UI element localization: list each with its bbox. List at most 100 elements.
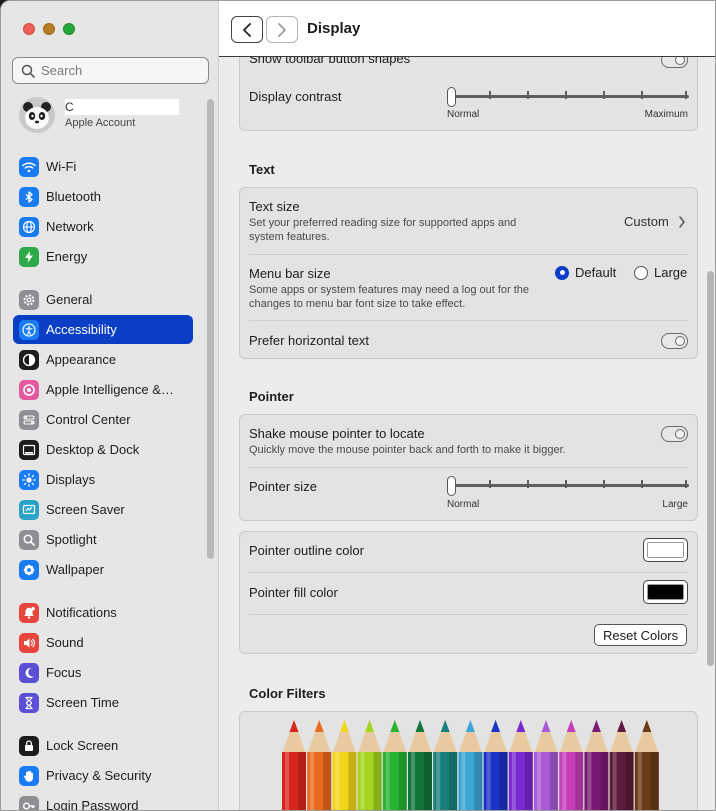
sidebar-item-spotlight[interactable]: Spotlight bbox=[13, 525, 193, 554]
sidebar-item-label: Appearance bbox=[46, 352, 117, 367]
sidebar-item-appearance[interactable]: Appearance bbox=[13, 345, 193, 374]
dock-icon bbox=[19, 439, 39, 460]
sidebar-item-label: Network bbox=[46, 219, 94, 234]
sidebar-item-label: Sound bbox=[46, 635, 84, 650]
sidebar-item-lock-screen[interactable]: Lock Screen bbox=[13, 731, 193, 760]
pointer-card: Shake mouse pointer to locate Quickly mo… bbox=[239, 414, 698, 521]
bolt-icon bbox=[19, 246, 39, 267]
color-pencil bbox=[307, 720, 332, 810]
apple-account[interactable]: C Apple Account bbox=[17, 97, 197, 137]
reset-colors-button[interactable]: Reset Colors bbox=[594, 624, 688, 646]
shake-pointer-label: Shake mouse pointer to locate bbox=[249, 426, 425, 441]
menu-bar-default-radio[interactable]: Default bbox=[555, 265, 616, 280]
sidebar-item-control-center[interactable]: Control Center bbox=[13, 405, 193, 434]
menu-bar-size-label: Menu bar size bbox=[249, 266, 331, 281]
sidebar-item-notifications[interactable]: Notifications bbox=[13, 598, 193, 627]
color-pencil bbox=[382, 720, 407, 810]
sidebar-item-wallpaper[interactable]: Wallpaper bbox=[13, 555, 193, 584]
pointer-size-min-label: Normal bbox=[447, 499, 480, 510]
main-scrollbar[interactable] bbox=[707, 271, 714, 666]
color-filters-title: Color Filters bbox=[249, 686, 326, 701]
menu-bar-large-radio[interactable]: Large bbox=[634, 265, 687, 280]
gear-icon bbox=[19, 289, 39, 310]
chevron-right-icon bbox=[679, 215, 685, 228]
sidebar-item-label: Apple Intelligence &… bbox=[46, 382, 174, 397]
pointer-size-label: Pointer size bbox=[249, 479, 317, 494]
color-filters-preview bbox=[239, 711, 698, 810]
text-size-description: Set your preferred reading size for supp… bbox=[249, 217, 517, 243]
color-pencil bbox=[634, 720, 659, 810]
avatar bbox=[19, 97, 55, 133]
search-icon bbox=[21, 64, 35, 78]
pointer-outline-swatch[interactable] bbox=[643, 538, 688, 562]
sidebar-item-label: Screen Saver bbox=[46, 502, 125, 517]
sidebar-item-login-password[interactable]: Login Password bbox=[13, 791, 193, 811]
pointer-size-slider[interactable] bbox=[447, 476, 689, 498]
sidebar-item-apple-intelligence[interactable]: Apple Intelligence &… bbox=[13, 375, 193, 404]
color-pencil bbox=[534, 720, 558, 810]
sidebar-item-label: Login Password bbox=[46, 798, 139, 811]
prefer-horizontal-toggle[interactable] bbox=[661, 333, 688, 349]
color-pencil bbox=[282, 720, 306, 810]
sidebar-item-label: Lock Screen bbox=[46, 738, 119, 753]
sidebar-item-displays[interactable]: Displays bbox=[13, 465, 193, 494]
shake-pointer-toggle[interactable] bbox=[661, 426, 688, 442]
minimize-window-button[interactable] bbox=[43, 23, 55, 35]
speaker-icon bbox=[19, 632, 39, 653]
flower-icon bbox=[19, 559, 39, 580]
account-name: C bbox=[65, 100, 74, 114]
display-contrast-slider[interactable] bbox=[447, 87, 689, 109]
sidebar-item-label: Screen Time bbox=[46, 695, 119, 710]
sidebar-item-label: Wi-Fi bbox=[46, 159, 77, 174]
display-contrast-knob[interactable] bbox=[447, 87, 456, 107]
sidebar-item-screen-saver[interactable]: Screen Saver bbox=[13, 495, 193, 524]
apple-intelligence-icon bbox=[19, 379, 39, 400]
window-controls bbox=[23, 23, 75, 35]
panda-avatar-icon bbox=[19, 97, 55, 133]
zoom-window-button[interactable] bbox=[63, 23, 75, 35]
chevron-left-icon bbox=[243, 22, 251, 37]
bell-icon bbox=[19, 602, 39, 623]
bluetooth-icon bbox=[19, 186, 39, 207]
close-window-button[interactable] bbox=[23, 23, 35, 35]
sidebar-item-network[interactable]: Network bbox=[13, 212, 193, 241]
radio-selected-icon bbox=[555, 265, 569, 280]
color-pencil bbox=[559, 720, 584, 810]
text-card: Text size Set your preferred reading siz… bbox=[239, 187, 698, 359]
pointer-color-card: Pointer outline color Pointer fill color… bbox=[239, 531, 698, 654]
moon-icon bbox=[19, 662, 39, 683]
sidebar-scrollbar[interactable] bbox=[207, 99, 214, 559]
sidebar-item-label: Focus bbox=[46, 665, 82, 680]
pointer-size-knob[interactable] bbox=[447, 476, 456, 496]
pointer-fill-label: Pointer fill color bbox=[249, 585, 338, 600]
accessibility-icon bbox=[19, 319, 39, 340]
sidebar-item-screen-time[interactable]: Screen Time bbox=[13, 688, 193, 717]
sidebar-item-energy[interactable]: Energy bbox=[13, 242, 193, 271]
sidebar-item-wi-fi[interactable]: Wi-Fi bbox=[13, 152, 193, 181]
sidebar-item-bluetooth[interactable]: Bluetooth bbox=[13, 182, 193, 211]
sidebar-item-desktop-dock[interactable]: Desktop & Dock bbox=[13, 435, 193, 464]
account-name-redacted bbox=[65, 99, 179, 115]
main-pane: Display Show toolbar button shapes Displ… bbox=[219, 1, 715, 810]
sidebar: C Apple Account Wi-Fi Bluetooth Network Ene… bbox=[1, 1, 219, 811]
sidebar-item-label: Energy bbox=[46, 249, 88, 264]
search-field[interactable] bbox=[12, 57, 209, 84]
search-input[interactable] bbox=[41, 63, 201, 78]
sidebar-item-privacy-security[interactable]: Privacy & Security bbox=[13, 761, 193, 790]
sidebar-item-focus[interactable]: Focus bbox=[13, 658, 193, 687]
control-center-icon bbox=[19, 409, 39, 430]
forward-button-overlay[interactable] bbox=[266, 16, 298, 43]
sidebar-item-label: Spotlight bbox=[46, 532, 97, 547]
pointer-fill-swatch[interactable] bbox=[643, 580, 688, 604]
menu-bar-large-label: Large bbox=[654, 265, 688, 280]
text-size-button[interactable]: Custom bbox=[624, 214, 686, 229]
back-button-overlay[interactable] bbox=[231, 16, 263, 43]
text-size-value: Custom bbox=[624, 214, 669, 229]
account-subtitle: Apple Account bbox=[65, 117, 136, 129]
sidebar-item-general[interactable]: General bbox=[13, 285, 193, 314]
sidebar-item-sound[interactable]: Sound bbox=[13, 628, 193, 657]
sidebar-item-label: Privacy & Security bbox=[46, 768, 152, 783]
sidebar-item-accessibility[interactable]: Accessibility bbox=[13, 315, 193, 344]
sidebar-item-label: Accessibility bbox=[46, 322, 117, 337]
pointer-section-title: Pointer bbox=[249, 389, 294, 404]
